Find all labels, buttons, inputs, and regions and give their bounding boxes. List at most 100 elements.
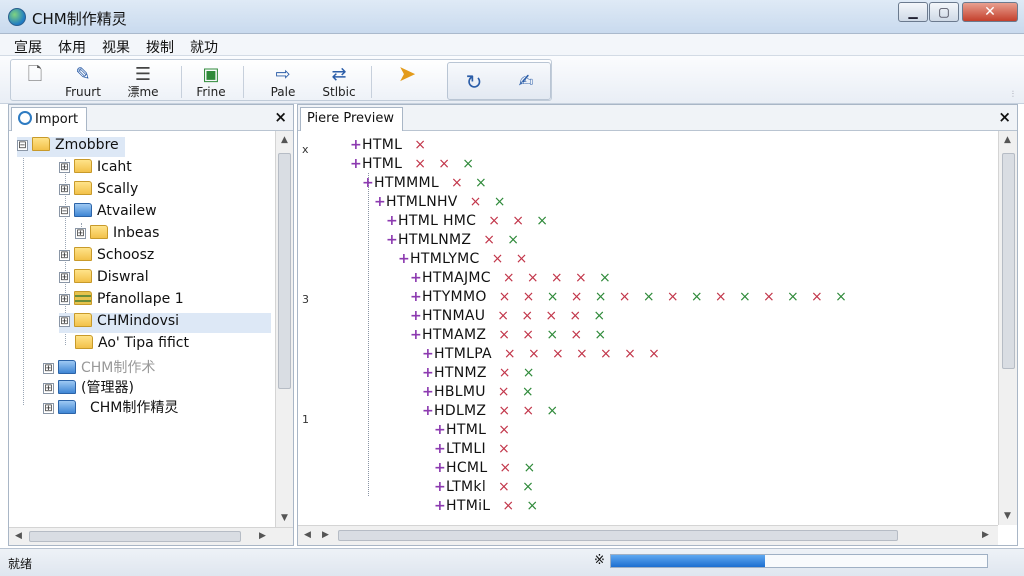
red-x-icon: ×: [811, 289, 824, 305]
tree-node[interactable]: ⊞ Inbeas: [75, 225, 159, 245]
preview-line[interactable]: +HTYMMO × × × × × × × × × × × × × × ×: [410, 289, 847, 307]
refresh-icon: ↻: [465, 70, 483, 94]
scroll-up-icon[interactable]: ▲: [281, 135, 288, 145]
preview-line[interactable]: +HTNMAU × × × × ×: [410, 308, 605, 326]
maximize-button[interactable]: ▢: [929, 2, 959, 22]
swap-icon: ⇄: [331, 64, 347, 85]
preview-line[interactable]: +HDLMZ × × ×: [422, 403, 558, 421]
expand-plus-icon[interactable]: +: [422, 384, 434, 400]
preview-line[interactable]: +HTML ×: [434, 422, 510, 440]
expand-plus-icon[interactable]: +: [350, 137, 362, 153]
import-panel-close-button[interactable]: ×: [274, 108, 287, 126]
right-horizontal-scrollbar[interactable]: ◀ ▶ ▶: [298, 525, 998, 545]
tree-node[interactable]: ⊞ Schoosz: [59, 247, 154, 267]
expand-plus-icon[interactable]: +: [362, 175, 374, 191]
scroll-thumb[interactable]: [1002, 153, 1015, 369]
expand-plus-icon[interactable]: +: [434, 441, 446, 457]
scroll-thumb[interactable]: [29, 531, 241, 542]
page-button[interactable]: ⇨ Pale: [261, 62, 305, 100]
expand-plus-icon[interactable]: +: [350, 156, 362, 172]
name-button[interactable]: ☰ 漂me: [121, 62, 165, 100]
left-vertical-scrollbar[interactable]: ▲ ▼: [275, 131, 293, 527]
tree-node[interactable]: ⊞ Icaht: [59, 159, 132, 179]
folder-icon: [74, 159, 92, 173]
switch-button[interactable]: ⇄ Stlbic: [317, 62, 361, 100]
tree-node[interactable]: ⊞ (管理器): [43, 377, 134, 397]
preview-line[interactable]: +HTMLYMC × ×: [398, 251, 528, 269]
scroll-thumb[interactable]: [278, 153, 291, 389]
scroll-right-small-icon[interactable]: ▶: [322, 530, 329, 540]
tree-node-root[interactable]: ⊟ Zmobbre: [17, 137, 125, 157]
scroll-thumb[interactable]: [338, 530, 898, 541]
refresh-button[interactable]: ↻: [452, 65, 496, 103]
expand-plus-icon[interactable]: +: [374, 194, 386, 210]
toolbar-grip-icon[interactable]: ⫶: [1012, 90, 1014, 100]
tab-import[interactable]: Import: [11, 107, 88, 131]
menu-item-2[interactable]: 体用: [58, 37, 86, 57]
preview-panel-close-button[interactable]: ×: [998, 108, 1011, 126]
expand-plus-icon[interactable]: +: [434, 422, 446, 438]
status-bar: 就绪 ※: [0, 548, 1024, 576]
preview-line[interactable]: +HTMLNHV × ×: [374, 194, 506, 212]
preview-line[interactable]: +HTML ×: [350, 137, 426, 155]
scroll-left-icon[interactable]: ◀: [304, 530, 311, 540]
menu-item-5[interactable]: 就功: [190, 37, 218, 57]
preview-line[interactable]: +HBLMU × ×: [422, 384, 534, 402]
menu-item-4[interactable]: 拨制: [146, 37, 174, 57]
preview-line[interactable]: +HTMMML × ×: [362, 175, 487, 193]
preview-line[interactable]: +LTMkl × ×: [434, 479, 534, 497]
expand-plus-icon[interactable]: +: [422, 346, 434, 362]
preview-line[interactable]: +HTMLNMZ × ×: [386, 232, 519, 250]
import-button[interactable]: ✎ Fruurt: [61, 62, 105, 100]
expand-plus-icon[interactable]: +: [410, 308, 422, 324]
expand-plus-icon[interactable]: +: [410, 270, 422, 286]
preview-line[interactable]: +HTMAJMC × × × × ×: [410, 270, 611, 288]
preview-line[interactable]: +LTMLI ×: [434, 441, 510, 459]
scroll-left-icon[interactable]: ◀: [15, 531, 22, 541]
tree-node[interactable]: ⊞ Scally: [59, 181, 138, 201]
preview-line[interactable]: +HTMiL × ×: [434, 498, 538, 516]
edit-button[interactable]: ✍: [504, 65, 548, 103]
preview-line[interactable]: +HCML × ×: [434, 460, 535, 478]
expand-plus-icon[interactable]: +: [434, 479, 446, 495]
minimize-button[interactable]: ▁: [898, 2, 928, 22]
expand-plus-icon[interactable]: +: [386, 232, 398, 248]
red-x-icon: ×: [618, 289, 631, 305]
scroll-down-icon[interactable]: ▼: [1004, 511, 1011, 521]
left-horizontal-scrollbar[interactable]: ◀ ▶: [9, 527, 293, 545]
tree-node[interactable]: ⊟ Atvailew: [59, 203, 157, 223]
expand-plus-icon[interactable]: +: [410, 289, 422, 305]
frame-button[interactable]: ▣ Frine: [189, 62, 233, 100]
scroll-down-icon[interactable]: ▼: [281, 513, 288, 523]
scroll-right-icon[interactable]: ▶: [259, 531, 266, 541]
tree-node[interactable]: ⊞ Diswral: [59, 269, 149, 289]
menu-item-1[interactable]: 宣展: [14, 37, 42, 57]
menu-item-3[interactable]: 视果: [102, 37, 130, 57]
preview-line[interactable]: +HTMAMZ × × × × ×: [410, 327, 606, 345]
tree-node[interactable]: ⊞ Pfanollape 1: [59, 291, 184, 311]
expand-plus-icon[interactable]: +: [422, 365, 434, 381]
folder-icon: [74, 313, 92, 327]
red-x-icon: ×: [762, 289, 776, 305]
preview-line[interactable]: +HTMLPA × × × × × × ×: [422, 346, 660, 364]
right-vertical-scrollbar[interactable]: ▲ ▼: [998, 131, 1017, 525]
tree-node[interactable]: ⊞ CHM制作术: [43, 357, 155, 377]
preview-line[interactable]: +HTNMZ × ×: [422, 365, 535, 383]
preview-line[interactable]: +HTML × × ×: [350, 156, 474, 174]
preview-line[interactable]: +HTML HMC × × ×: [386, 213, 548, 231]
expand-plus-icon[interactable]: +: [434, 498, 446, 514]
compile-button[interactable]: ➤: [385, 62, 429, 100]
expand-plus-icon[interactable]: +: [410, 327, 422, 343]
expand-plus-icon[interactable]: +: [398, 251, 410, 267]
scroll-right-icon[interactable]: ▶: [982, 530, 989, 540]
new-button[interactable]: 🗋: [13, 62, 57, 100]
expand-plus-icon[interactable]: +: [422, 403, 434, 419]
expand-plus-icon[interactable]: +: [386, 213, 398, 229]
expand-plus-icon[interactable]: +: [434, 460, 446, 476]
tree-node[interactable]: ⊞ CHM制作精灵: [43, 397, 178, 417]
tab-preview[interactable]: Piere Preview: [300, 107, 403, 131]
tree-node[interactable]: ⊞ CHMindovsi: [59, 313, 271, 333]
scroll-up-icon[interactable]: ▲: [1004, 135, 1011, 145]
tree-node[interactable]: Ao' Tipa fifict: [75, 335, 189, 355]
close-button[interactable]: ✕: [962, 2, 1018, 22]
